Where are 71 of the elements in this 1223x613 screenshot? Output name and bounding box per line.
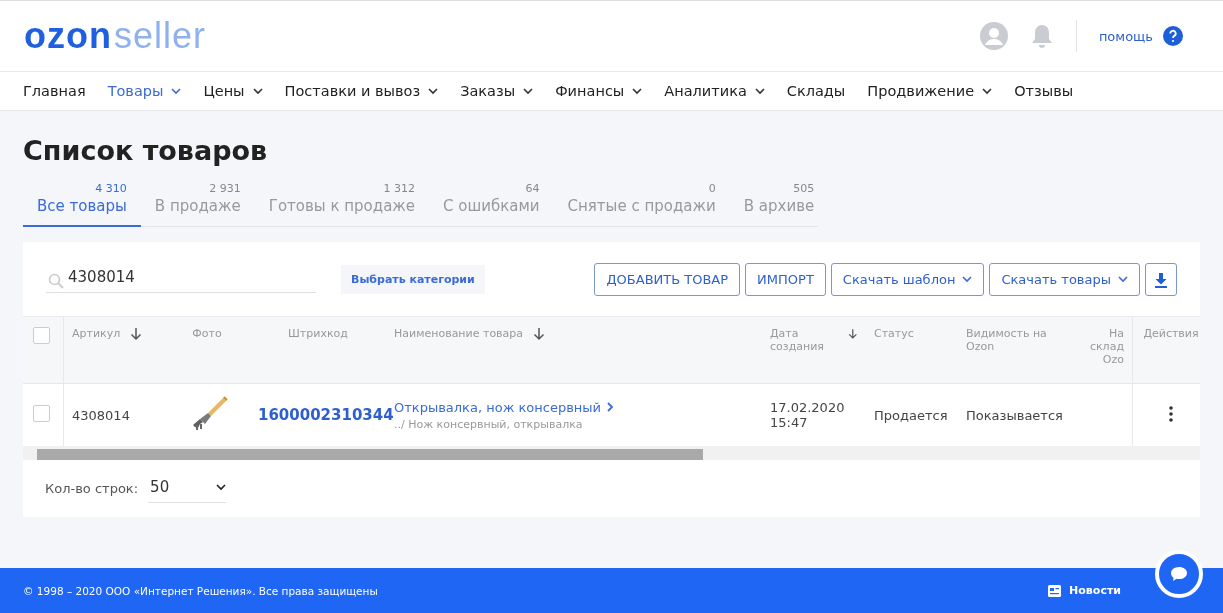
copyright-text: © 1998 – 2020 ООО «Интернет Решения». Все права защищены	[23, 584, 378, 597]
nav-item[interactable]: Склады	[786, 83, 846, 99]
tab[interactable]: 0 Снятые с продажи	[553, 182, 730, 227]
outline-button[interactable]: ДОБАВИТЬ ТОВАР	[594, 263, 741, 296]
logo-brand: ozon	[24, 15, 112, 57]
checkbox[interactable]	[33, 405, 50, 422]
column-header: Действия	[1143, 327, 1199, 340]
nav-item[interactable]: Главная	[23, 83, 86, 99]
search-field[interactable]: 4308014	[46, 266, 316, 293]
tab-label: Готовы к продаже	[268, 197, 416, 215]
table-cell: Показывается	[966, 407, 1063, 423]
column-header: Статус	[874, 327, 914, 340]
help-link[interactable]: помощь	[1098, 26, 1183, 46]
chevron-right-icon	[607, 402, 615, 412]
nav-item[interactable]: Аналитика	[664, 83, 765, 99]
nav-item[interactable]: Финансы	[555, 83, 643, 99]
column-header: Видимость на Ozon	[966, 327, 1048, 353]
table-cell-text: 15:47	[770, 415, 809, 430]
nav-item[interactable]: Цены	[203, 83, 263, 99]
column-header: Фото	[192, 327, 222, 340]
table-cell: Продается	[874, 407, 948, 423]
chat-bubble-icon	[1170, 566, 1188, 582]
tab-count: 4 310	[95, 182, 127, 195]
logo-product: seller	[114, 15, 206, 57]
help-icon	[1163, 26, 1183, 46]
tab-label: В продаже	[154, 197, 241, 215]
outline-button[interactable]: ИМПОРТ	[745, 263, 826, 296]
tab-count: 505	[793, 182, 815, 195]
tab[interactable]: 64 С ошибками	[429, 182, 554, 227]
tab-label: В архиве	[743, 197, 815, 215]
news-link[interactable]: Новости	[1048, 584, 1121, 597]
tab[interactable]: 2 931 В продаже	[140, 182, 255, 227]
tab-label: Все товары	[37, 197, 127, 215]
download-button[interactable]	[1145, 263, 1177, 296]
chevron-down-icon	[216, 483, 227, 491]
tab-label: С ошибками	[443, 197, 540, 215]
category-button[interactable]: Выбрать категории	[341, 265, 485, 294]
tab-label: Снятые с продажи	[567, 197, 716, 215]
search-icon	[48, 273, 64, 289]
rows-select[interactable]: 50	[148, 474, 227, 503]
user-avatar-icon	[979, 22, 1008, 50]
tab-count: 0	[708, 182, 716, 195]
nav-item[interactable]: Поставки и вывоз	[284, 83, 439, 99]
column-header: Штрихкод	[288, 327, 348, 340]
tab-count: 64	[525, 182, 540, 195]
tab-count: 1 312	[383, 182, 416, 195]
tab[interactable]: 1 312 Готовы к продаже	[254, 182, 430, 227]
chat-button[interactable]	[1155, 550, 1203, 598]
nav-item[interactable]: Товары	[107, 83, 182, 99]
newspaper-icon	[1048, 584, 1062, 597]
table-cell: 4308014	[72, 407, 130, 423]
tab[interactable]: 4 310 Все товары	[23, 182, 141, 227]
tab-count: 2 931	[209, 182, 241, 195]
dropdown-button[interactable]: Скачать товары	[989, 263, 1140, 296]
nav-item[interactable]: Продвижение	[867, 83, 993, 99]
horizontal-scrollbar[interactable]	[23, 446, 1200, 460]
bell-icon	[1029, 23, 1054, 49]
category-path: ../ Нож консервный, открывалка	[394, 417, 584, 431]
product-link[interactable]: Открывалка, нож консервный	[394, 399, 615, 415]
tab[interactable]: 505 В архиве	[729, 182, 829, 227]
checkbox[interactable]	[33, 327, 50, 344]
column-header: На склад Ozo	[1088, 327, 1124, 366]
download-icon	[1154, 271, 1168, 288]
nav-item[interactable]: Отзывы	[1014, 83, 1074, 99]
dropdown-button[interactable]: Скачать шаблон	[830, 263, 985, 296]
more-vertical-icon	[1169, 405, 1173, 422]
table-cell-text: 17.02.2020	[770, 400, 846, 415]
nav-item[interactable]: Заказы	[460, 83, 534, 99]
page-title: Список товаров	[23, 135, 269, 166]
rows-label: Кол-во строк:	[45, 481, 139, 496]
barcode-link[interactable]: 1600002310344	[258, 406, 394, 424]
